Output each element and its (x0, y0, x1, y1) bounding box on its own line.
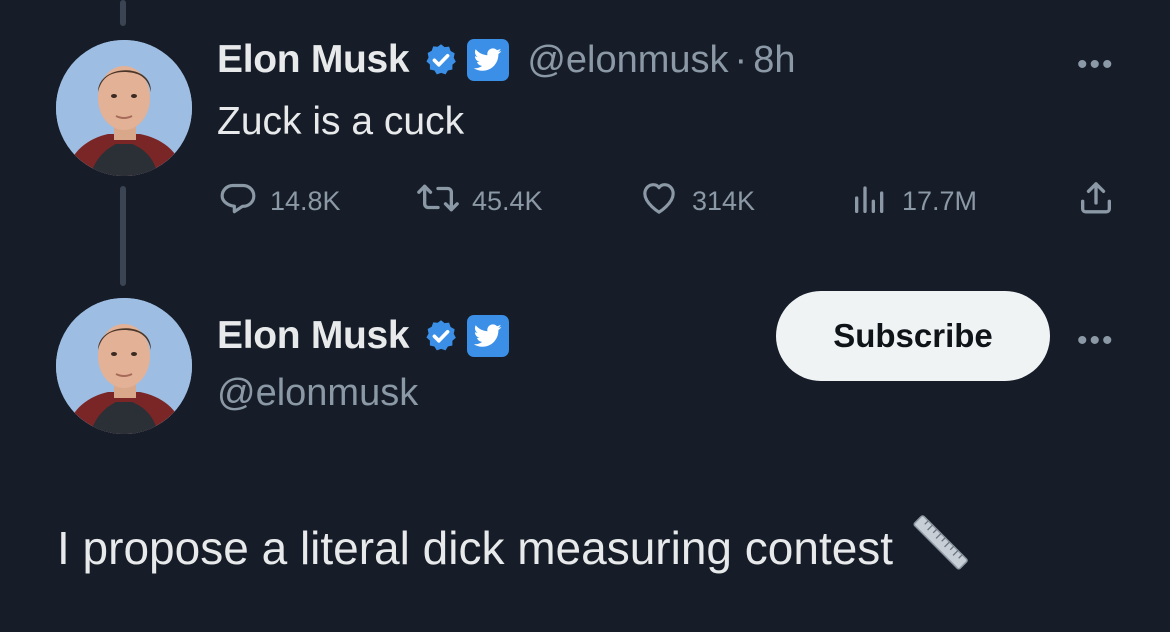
separator-dot: · (734, 38, 748, 81)
share-icon (1076, 178, 1128, 225)
tweet-2-header: Elon Musk (217, 314, 510, 358)
views-button[interactable]: 17.7M (850, 178, 977, 225)
author-handle[interactable]: @elonmusk (527, 39, 728, 82)
tweet-1-action-bar: 14.8K 45.4K 314K 17.7M (218, 178, 1118, 222)
twitter-bird-icon (467, 39, 510, 81)
views-bar-icon (850, 178, 902, 225)
timestamp[interactable]: 8h (753, 39, 795, 82)
verified-check-icon[interactable] (423, 42, 459, 78)
like-count: 314K (692, 186, 756, 216)
reply-count: 14.8K (270, 186, 341, 216)
like-button[interactable]: 314K (638, 178, 755, 225)
retweet-count: 45.4K (472, 186, 543, 216)
share-button[interactable] (1076, 178, 1128, 225)
tweet-1-text: Zuck is a cuck (217, 100, 465, 143)
subscribe-button[interactable]: Subscribe (776, 291, 1050, 381)
author-name[interactable]: Elon Musk (217, 38, 410, 82)
view-count: 17.7M (902, 186, 978, 216)
reply-icon (218, 178, 270, 225)
twitter-bird-icon (467, 315, 510, 357)
avatar[interactable] (56, 40, 192, 176)
verified-check-icon[interactable] (423, 318, 459, 354)
author-handle[interactable]: @elonmusk (217, 372, 418, 415)
author-name[interactable]: Elon Musk (217, 314, 410, 358)
tweet-2-text: I propose a literal dick measuring conte… (57, 521, 894, 574)
more-options-button[interactable]: ••• (1077, 50, 1115, 80)
reply-button[interactable]: 14.8K (218, 178, 341, 225)
thread-connector-top (120, 0, 126, 26)
more-options-button[interactable]: ••• (1077, 326, 1115, 356)
retweet-button[interactable]: 45.4K (416, 178, 543, 225)
heart-icon (638, 178, 692, 225)
straight-ruler-emoji (911, 512, 971, 583)
tweet-1-header: Elon Musk @elonmusk · 8h (217, 38, 795, 82)
tweet-2-text-row: I propose a literal dick measuring conte… (57, 512, 971, 583)
thread-connector-middle (120, 186, 126, 286)
avatar[interactable] (56, 298, 192, 434)
retweet-icon (416, 178, 472, 225)
